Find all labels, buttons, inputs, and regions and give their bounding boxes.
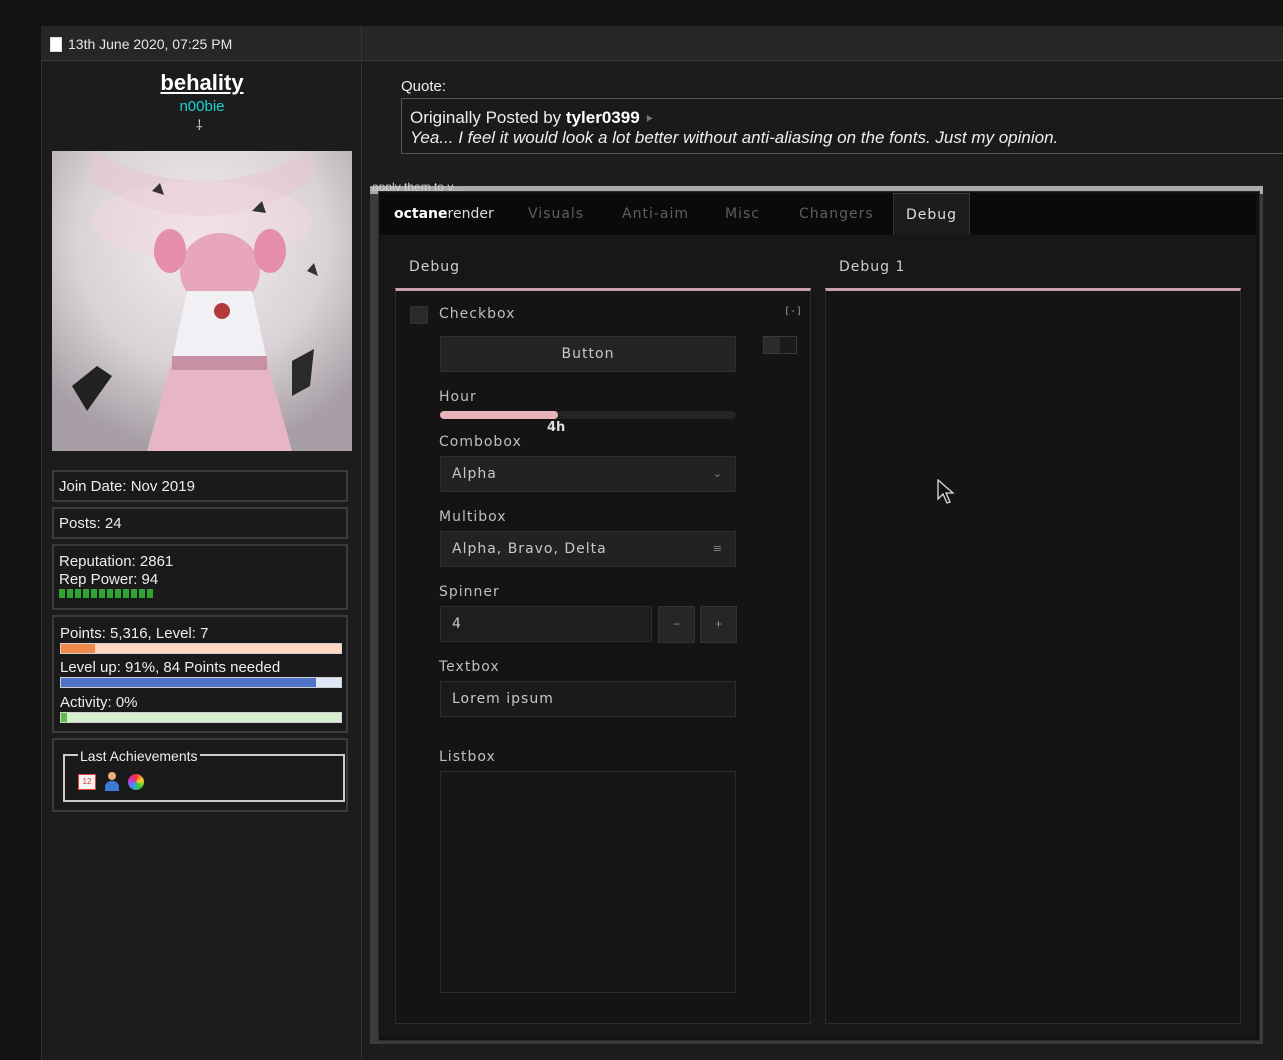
activity-bar-fill xyxy=(61,713,67,722)
rep-pip xyxy=(139,589,145,598)
rep-pip xyxy=(67,589,73,598)
rep-pip xyxy=(59,589,65,598)
hour-value: 4h xyxy=(547,420,566,435)
rep-pip xyxy=(147,589,153,598)
hour-label: Hour xyxy=(439,389,477,405)
post-date: 13th June 2020, 07:25 PM xyxy=(68,36,233,52)
tab-visuals[interactable]: Visuals xyxy=(528,193,584,235)
user-title: n00bie xyxy=(179,98,225,115)
color-picker[interactable] xyxy=(763,336,797,354)
rep-pip xyxy=(107,589,113,598)
quote-header: Originally Posted by tyler0399 ⯈ xyxy=(410,108,654,128)
rep-pips xyxy=(59,589,346,598)
brand-rest: render xyxy=(447,206,494,222)
list-icon: ≡ xyxy=(712,542,723,555)
join-date: Join Date: Nov 2019 xyxy=(52,470,348,502)
menu-brand: octanerender xyxy=(394,193,494,235)
quote-text: Yea... I feel it would look a lot better… xyxy=(410,128,1059,147)
tab-changers[interactable]: Changers xyxy=(799,193,874,235)
chevron-down-icon: ⌄ xyxy=(712,467,723,480)
keybind-indicator[interactable]: [-] xyxy=(784,306,802,317)
rep-pip xyxy=(115,589,121,598)
reputation-box: Reputation: 2861 Rep Power: 94 xyxy=(52,544,348,610)
tab-anti-aim[interactable]: Anti-aim xyxy=(622,193,689,235)
textbox[interactable]: Lorem ipsum xyxy=(440,681,736,717)
achievements-box: Last Achievements 12 xyxy=(52,738,348,812)
disc-icon[interactable] xyxy=(128,774,144,790)
group-title-left: Debug xyxy=(409,259,461,275)
tab-misc[interactable]: Misc xyxy=(725,193,760,235)
points-bar xyxy=(60,643,342,654)
points: Points: 5,316, Level: 7 xyxy=(60,625,209,642)
debug-button[interactable]: Button xyxy=(440,336,736,372)
rep-pip xyxy=(99,589,105,598)
level-bar-fill xyxy=(61,678,316,687)
hour-slider-fill xyxy=(440,411,559,419)
column-divider xyxy=(361,26,362,1059)
listbox-label: Listbox xyxy=(439,749,496,765)
spinner-minus-button[interactable]: − xyxy=(658,606,695,643)
document-icon xyxy=(50,37,62,52)
group-debug-1 xyxy=(825,288,1241,1024)
rank-icon: ⸸ xyxy=(196,117,203,133)
activity-bar xyxy=(60,712,342,723)
avatar xyxy=(52,151,352,451)
calendar-icon[interactable]: 12 xyxy=(78,774,96,790)
rep-pip xyxy=(75,589,81,598)
listbox[interactable] xyxy=(440,771,736,993)
group-title-right: Debug 1 xyxy=(839,259,906,275)
tab-debug[interactable]: Debug xyxy=(893,193,970,235)
username-link[interactable]: behality xyxy=(52,70,352,96)
rep-pip xyxy=(123,589,129,598)
quote-author[interactable]: tyler0399 xyxy=(566,108,640,127)
quote-prefix: Originally Posted by xyxy=(410,108,562,127)
mouse-cursor-icon xyxy=(937,479,955,504)
post-count: Posts: 24 xyxy=(52,507,348,539)
level-up: Level up: 91%, 84 Points needed xyxy=(60,659,281,676)
checkbox[interactable] xyxy=(410,306,428,324)
points-box: Points: 5,316, Level: 7 Level up: 91%, 8… xyxy=(52,615,348,733)
view-post-icon[interactable]: ⯈ xyxy=(644,112,654,126)
level-bar xyxy=(60,677,342,688)
spinner-plus-button[interactable]: + xyxy=(700,606,737,643)
rep-pip xyxy=(131,589,137,598)
points-bar-fill xyxy=(61,644,95,653)
spinner-label: Spinner xyxy=(439,584,500,600)
rep-pip xyxy=(91,589,97,598)
spinner-input[interactable]: 4 xyxy=(440,606,652,642)
multibox-value: Alpha, Bravo, Delta xyxy=(452,541,607,557)
combobox-value: Alpha xyxy=(452,466,497,482)
multibox-label: Multibox xyxy=(439,509,507,525)
textbox-label: Textbox xyxy=(439,659,500,675)
user-icon[interactable] xyxy=(105,772,119,792)
rep-power: Rep Power: 94 xyxy=(59,571,159,588)
rep-pip xyxy=(83,589,89,598)
achievements-title: Last Achievements xyxy=(78,748,200,764)
checkbox-label: Checkbox xyxy=(439,306,516,322)
reputation: Reputation: 2861 xyxy=(59,553,174,570)
hour-slider[interactable] xyxy=(440,411,736,419)
activity: Activity: 0% xyxy=(60,694,138,711)
combobox-label: Combobox xyxy=(439,434,522,450)
brand-bold: octane xyxy=(394,206,448,222)
quote-label: Quote: xyxy=(401,78,447,95)
combobox[interactable]: Alpha ⌄ xyxy=(440,456,736,492)
multibox[interactable]: Alpha, Bravo, Delta ≡ xyxy=(440,531,736,567)
